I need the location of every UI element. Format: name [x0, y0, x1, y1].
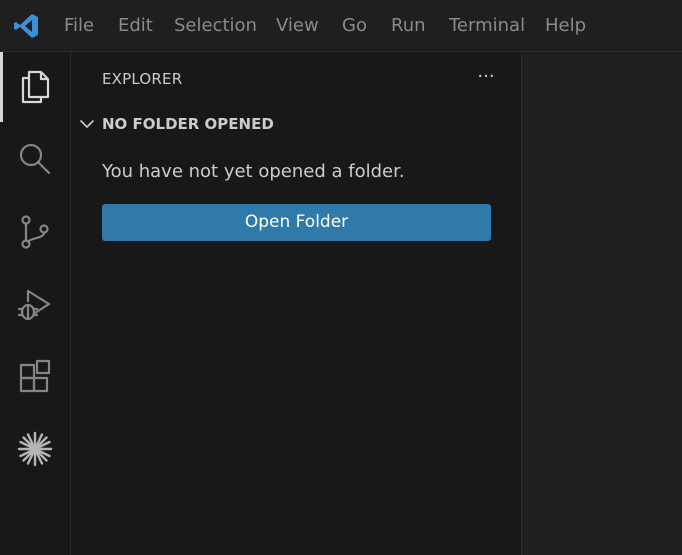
open-folder-button[interactable]: Open Folder	[102, 204, 491, 241]
menu-file[interactable]: File	[64, 13, 94, 39]
menu-edit[interactable]: Edit	[118, 13, 153, 39]
editor-area	[522, 52, 682, 555]
title-bar: File Edit Selection View Go Run Terminal…	[0, 0, 682, 52]
activity-extensions[interactable]	[0, 342, 70, 412]
vscode-logo-icon	[14, 14, 38, 38]
run-debug-icon	[17, 289, 51, 321]
extensions-icon	[19, 359, 51, 393]
menu-view[interactable]: View	[276, 13, 319, 39]
menu-go[interactable]: Go	[342, 13, 367, 39]
activity-bar	[0, 52, 71, 555]
active-indicator	[0, 52, 3, 122]
activity-sparkle[interactable]	[0, 414, 70, 484]
section-title: NO FOLDER OPENED	[102, 115, 274, 133]
menu-terminal[interactable]: Terminal	[449, 13, 525, 39]
explorer-sidebar: EXPLORER ··· NO FOLDER OPENED You have n…	[71, 52, 522, 555]
activity-run-debug[interactable]	[0, 270, 70, 340]
files-icon	[21, 70, 50, 104]
source-control-icon	[21, 215, 49, 249]
menu-help[interactable]: Help	[545, 13, 586, 39]
more-actions-button[interactable]: ···	[471, 66, 501, 92]
sidebar-title: EXPLORER	[102, 70, 183, 88]
search-icon	[19, 143, 51, 175]
sparkle-icon	[17, 431, 53, 467]
activity-search[interactable]	[0, 124, 70, 194]
activity-explorer[interactable]	[0, 52, 70, 122]
no-folder-message: You have not yet opened a folder.	[102, 161, 405, 182]
section-header-no-folder[interactable]: NO FOLDER OPENED	[71, 110, 521, 138]
chevron-down-icon	[80, 120, 94, 128]
activity-source-control[interactable]	[0, 197, 70, 267]
menu-run[interactable]: Run	[391, 13, 426, 39]
menu-selection[interactable]: Selection	[174, 13, 257, 39]
